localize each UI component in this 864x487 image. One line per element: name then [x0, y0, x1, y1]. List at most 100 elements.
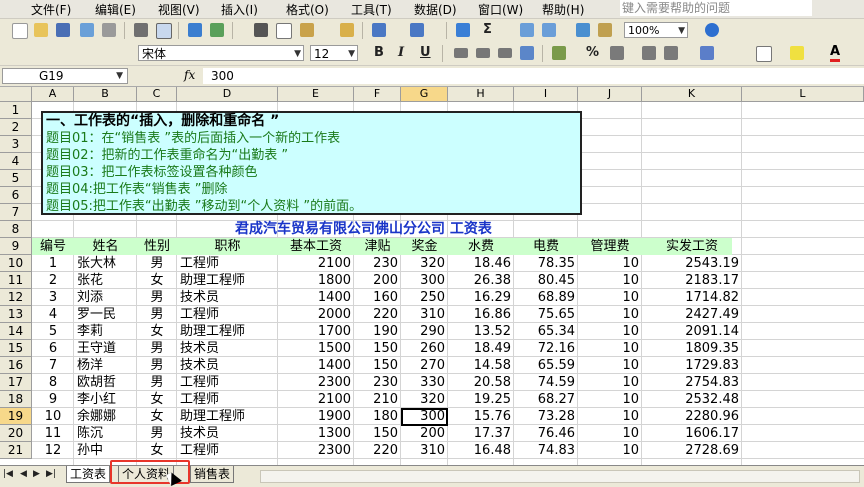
table-cell[interactable]: 工程师 [180, 442, 278, 459]
align-left-icon[interactable] [454, 48, 468, 58]
row-header-8[interactable]: 8 [0, 221, 32, 238]
row-header-20[interactable]: 20 [0, 425, 32, 442]
menu-file[interactable]: 文件(F) [31, 1, 71, 18]
table-cell[interactable]: 68.89 [514, 289, 578, 306]
menu-data[interactable]: 数据(D) [414, 1, 457, 18]
table-cell[interactable]: 1729.83 [642, 357, 742, 374]
table-cell[interactable]: 技术员 [180, 340, 278, 357]
table-header-cell[interactable]: 管理费 [578, 238, 642, 255]
table-cell[interactable]: 78.35 [514, 255, 578, 272]
table-cell[interactable]: 65.59 [514, 357, 578, 374]
print-icon[interactable] [134, 23, 148, 37]
row-header-5[interactable]: 5 [0, 170, 32, 187]
table-cell[interactable]: 3 [32, 289, 74, 306]
menu-edit[interactable]: 编辑(E) [95, 1, 136, 18]
save-icon[interactable] [56, 23, 70, 37]
table-cell[interactable]: 女 [137, 391, 177, 408]
row-header-2[interactable]: 2 [0, 119, 32, 136]
bold-icon[interactable]: B [374, 45, 384, 60]
table-cell[interactable]: 罗一民 [77, 306, 137, 323]
table-cell[interactable]: 陈沉 [77, 425, 137, 442]
table-cell[interactable]: 女 [137, 442, 177, 459]
table-cell[interactable]: 26.38 [448, 272, 514, 289]
row-header-18[interactable]: 18 [0, 391, 32, 408]
currency-icon[interactable] [552, 46, 566, 60]
table-cell[interactable]: 10 [578, 442, 642, 459]
table-cell[interactable]: 260 [401, 340, 448, 357]
table-cell[interactable]: 75.65 [514, 306, 578, 323]
row-header-7[interactable]: 7 [0, 204, 32, 221]
table-cell[interactable]: 李小红 [77, 391, 137, 408]
row-header-9[interactable]: 9 [0, 238, 32, 255]
table-cell[interactable]: 9 [32, 391, 74, 408]
table-cell[interactable]: 工程师 [180, 391, 278, 408]
table-cell[interactable]: 2754.83 [642, 374, 742, 391]
table-cell[interactable]: 2100 [278, 255, 354, 272]
table-cell[interactable]: 1714.82 [642, 289, 742, 306]
zoom-select[interactable]: 100% ▼ [624, 22, 688, 38]
table-cell[interactable]: 张大林 [77, 255, 137, 272]
table-cell[interactable]: 18.46 [448, 255, 514, 272]
function-icon[interactable]: fx [184, 68, 195, 82]
table-cell[interactable]: 150 [354, 425, 401, 442]
table-cell[interactable]: 270 [401, 357, 448, 374]
sort-ascending-icon[interactable] [520, 23, 534, 37]
column-header-h[interactable]: H [448, 87, 514, 102]
table-cell[interactable]: 助理工程师 [180, 323, 278, 340]
font-size-select[interactable]: 12 ▼ [310, 45, 358, 61]
align-right-icon[interactable] [498, 48, 512, 58]
table-header-cell[interactable]: 奖金 [401, 238, 448, 255]
row-header-19[interactable]: 19 [0, 408, 32, 425]
redo-icon[interactable] [410, 23, 424, 37]
table-cell[interactable]: 18.49 [448, 340, 514, 357]
select-all-corner[interactable] [0, 87, 32, 102]
format-painter-icon[interactable] [340, 23, 354, 37]
increase-decimal-icon[interactable] [642, 46, 656, 60]
table-cell[interactable]: 1800 [278, 272, 354, 289]
menu-view[interactable]: 视图(V) [158, 1, 200, 18]
table-cell[interactable]: 16.48 [448, 442, 514, 459]
column-header-e[interactable]: E [278, 87, 354, 102]
name-box[interactable]: G19 ▼ [2, 68, 128, 84]
table-cell[interactable]: 1606.17 [642, 425, 742, 442]
column-header-k[interactable]: K [642, 87, 742, 102]
table-cell[interactable]: 1400 [278, 289, 354, 306]
table-cell[interactable]: 5 [32, 323, 74, 340]
menu-insert[interactable]: 插入(I) [221, 1, 258, 18]
cut-icon[interactable] [254, 23, 268, 37]
table-cell[interactable]: 76.46 [514, 425, 578, 442]
table-cell[interactable]: 男 [137, 425, 177, 442]
next-sheet-icon[interactable]: ▶ [33, 469, 40, 479]
table-cell[interactable]: 160 [354, 289, 401, 306]
tab-sheet-sales[interactable]: 销售表 [190, 466, 235, 483]
font-color-icon[interactable]: A [830, 45, 841, 62]
table-cell[interactable]: 1 [32, 255, 74, 272]
table-cell[interactable]: 欧胡哲 [77, 374, 137, 391]
row-header-15[interactable]: 15 [0, 340, 32, 357]
table-cell[interactable]: 300 [401, 272, 448, 289]
table-cell[interactable]: 10 [578, 391, 642, 408]
instructions-textbox[interactable]: 一、工作表的“插入，删除和重命名 ” 题目01：在“销售表 ”表的后面插入一个新… [41, 111, 582, 215]
percent-icon[interactable]: % [586, 45, 599, 60]
borders-icon[interactable] [756, 46, 772, 62]
chart-wizard-icon[interactable] [576, 23, 590, 37]
indent-icon[interactable] [700, 46, 714, 60]
table-header-cell[interactable]: 水费 [448, 238, 514, 255]
hyperlink-icon[interactable] [456, 23, 470, 37]
table-cell[interactable]: 200 [354, 272, 401, 289]
table-cell[interactable]: 80.45 [514, 272, 578, 289]
column-header-g[interactable]: G [401, 87, 448, 102]
table-header-cell[interactable]: 性别 [137, 238, 177, 255]
table-cell[interactable]: 150 [354, 357, 401, 374]
formula-input[interactable]: 300 [203, 68, 864, 84]
row-header-6[interactable]: 6 [0, 187, 32, 204]
sort-descending-icon[interactable] [542, 23, 556, 37]
table-cell[interactable]: 孙中 [77, 442, 137, 459]
table-cell[interactable]: 2 [32, 272, 74, 289]
table-cell[interactable]: 330 [401, 374, 448, 391]
table-cell[interactable]: 14.58 [448, 357, 514, 374]
table-cell[interactable]: 310 [401, 306, 448, 323]
table-cell[interactable]: 1300 [278, 425, 354, 442]
first-sheet-icon[interactable]: |◀ [3, 469, 13, 479]
undo-icon[interactable] [372, 23, 386, 37]
